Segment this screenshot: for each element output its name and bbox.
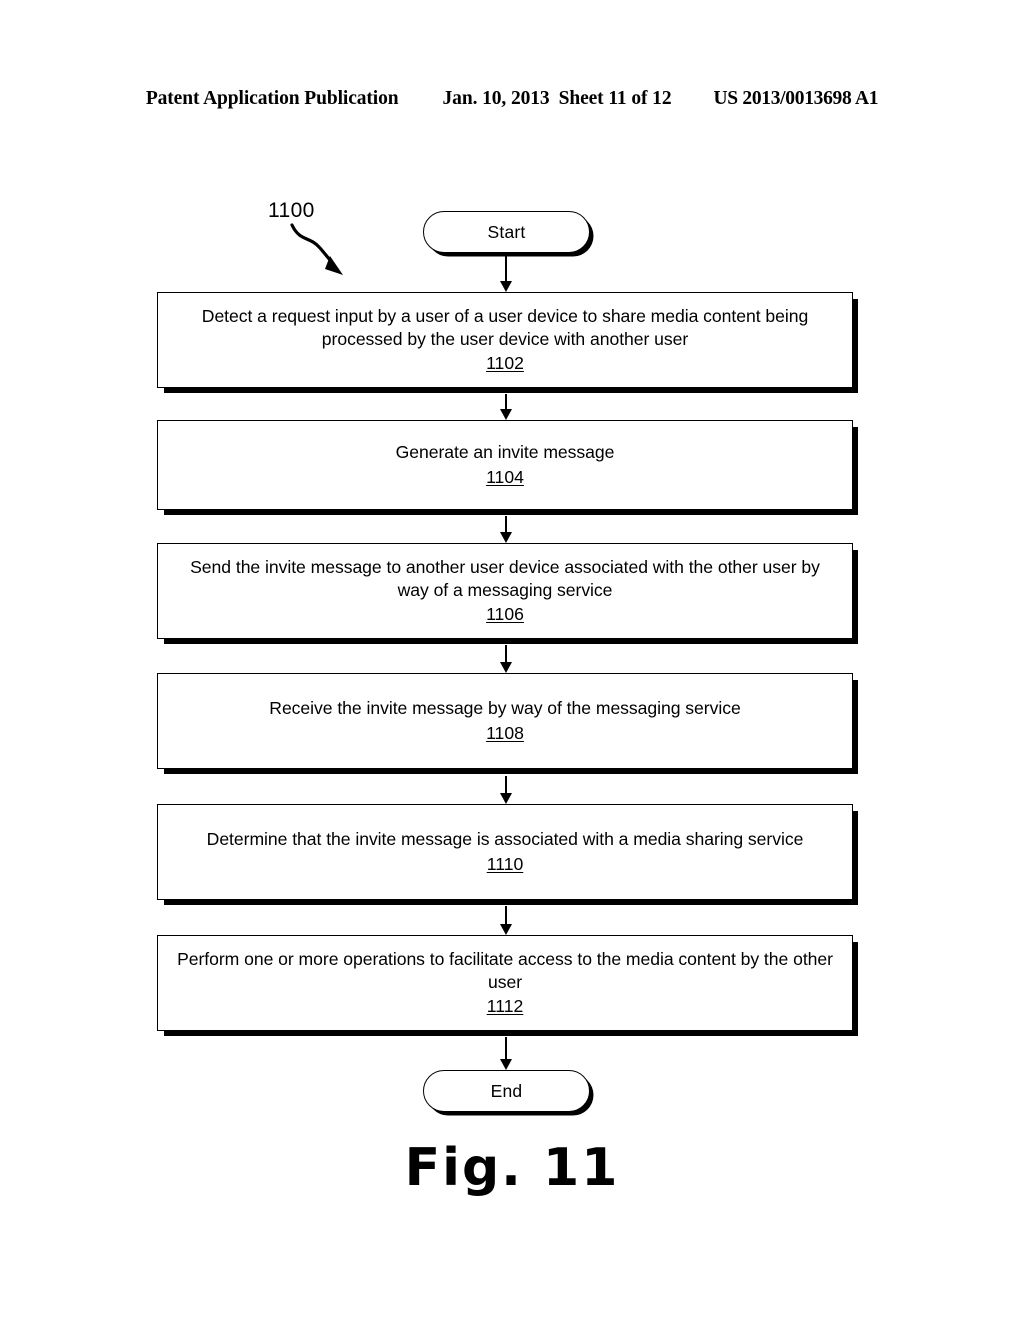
connector-arrow-start-to-1102 <box>499 253 513 292</box>
arrowhead-icon <box>499 924 512 935</box>
connector-shaft <box>505 253 507 281</box>
flow-step-text: Detect a request input by a user of a us… <box>201 305 809 349</box>
flow-end-terminator: End <box>423 1070 590 1112</box>
flow-step-1104: Generate an invite message 1104 <box>157 420 853 510</box>
arrowhead-icon <box>499 1059 512 1070</box>
connector-arrow-1108-to-1110 <box>499 776 513 804</box>
flow-start-terminator: Start <box>423 211 590 253</box>
flow-step-1110: Determine that the invite message is ass… <box>157 804 853 900</box>
connector-arrow-1102-to-1104 <box>499 394 513 420</box>
flow-step-1106: Send the invite message to another user … <box>157 543 853 639</box>
arrowhead-icon <box>499 662 512 673</box>
connector-shaft <box>505 1037 507 1059</box>
patent-drawing-page: Patent Application Publication Jan. 10, … <box>0 0 1024 1320</box>
flow-step-reference: 1108 <box>486 722 524 743</box>
flow-step-reference: 1106 <box>486 604 524 625</box>
flowchart-1100: 1100 Start Detect a request input by a u… <box>0 0 1024 1320</box>
flow-step-1102: Detect a request input by a user of a us… <box>157 292 853 388</box>
connector-shaft <box>505 906 507 924</box>
curved-leader-arrow-icon <box>290 223 343 275</box>
flow-step-text: Determine that the invite message is ass… <box>206 829 804 850</box>
flow-step-text: Send the invite message to another user … <box>190 556 820 600</box>
arrowhead-icon <box>499 409 512 420</box>
diagram-reference-label: 1100 <box>268 199 315 222</box>
connector-shaft <box>505 394 507 409</box>
connector-shaft <box>505 516 507 532</box>
connector-shaft <box>505 645 507 662</box>
flow-step-text: Receive the invite message by way of the… <box>269 698 741 719</box>
figure-caption: Fig. 11 <box>404 1138 620 1198</box>
flow-step-text: Generate an invite message <box>395 442 615 463</box>
arrowhead-icon <box>499 281 512 292</box>
connector-arrow-1112-to-end <box>499 1037 513 1070</box>
flow-step-reference: 1112 <box>486 996 524 1017</box>
arrowhead-icon <box>499 793 512 804</box>
connector-arrow-1104-to-1106 <box>499 516 513 543</box>
arrowhead-icon <box>499 532 512 543</box>
flow-step-text: Perform one or more operations to facili… <box>177 948 833 992</box>
flow-step-reference: 1110 <box>486 853 524 874</box>
connector-shaft <box>505 776 507 793</box>
connector-arrow-1106-to-1108 <box>499 645 513 673</box>
flow-start-label: Start <box>487 221 526 242</box>
flow-end-label: End <box>490 1080 523 1101</box>
flow-step-1108: Receive the invite message by way of the… <box>157 673 853 769</box>
flow-step-1112: Perform one or more operations to facili… <box>157 935 853 1031</box>
flow-step-reference: 1104 <box>486 466 524 487</box>
connector-arrow-1110-to-1112 <box>499 906 513 935</box>
flow-step-reference: 1102 <box>486 353 524 374</box>
